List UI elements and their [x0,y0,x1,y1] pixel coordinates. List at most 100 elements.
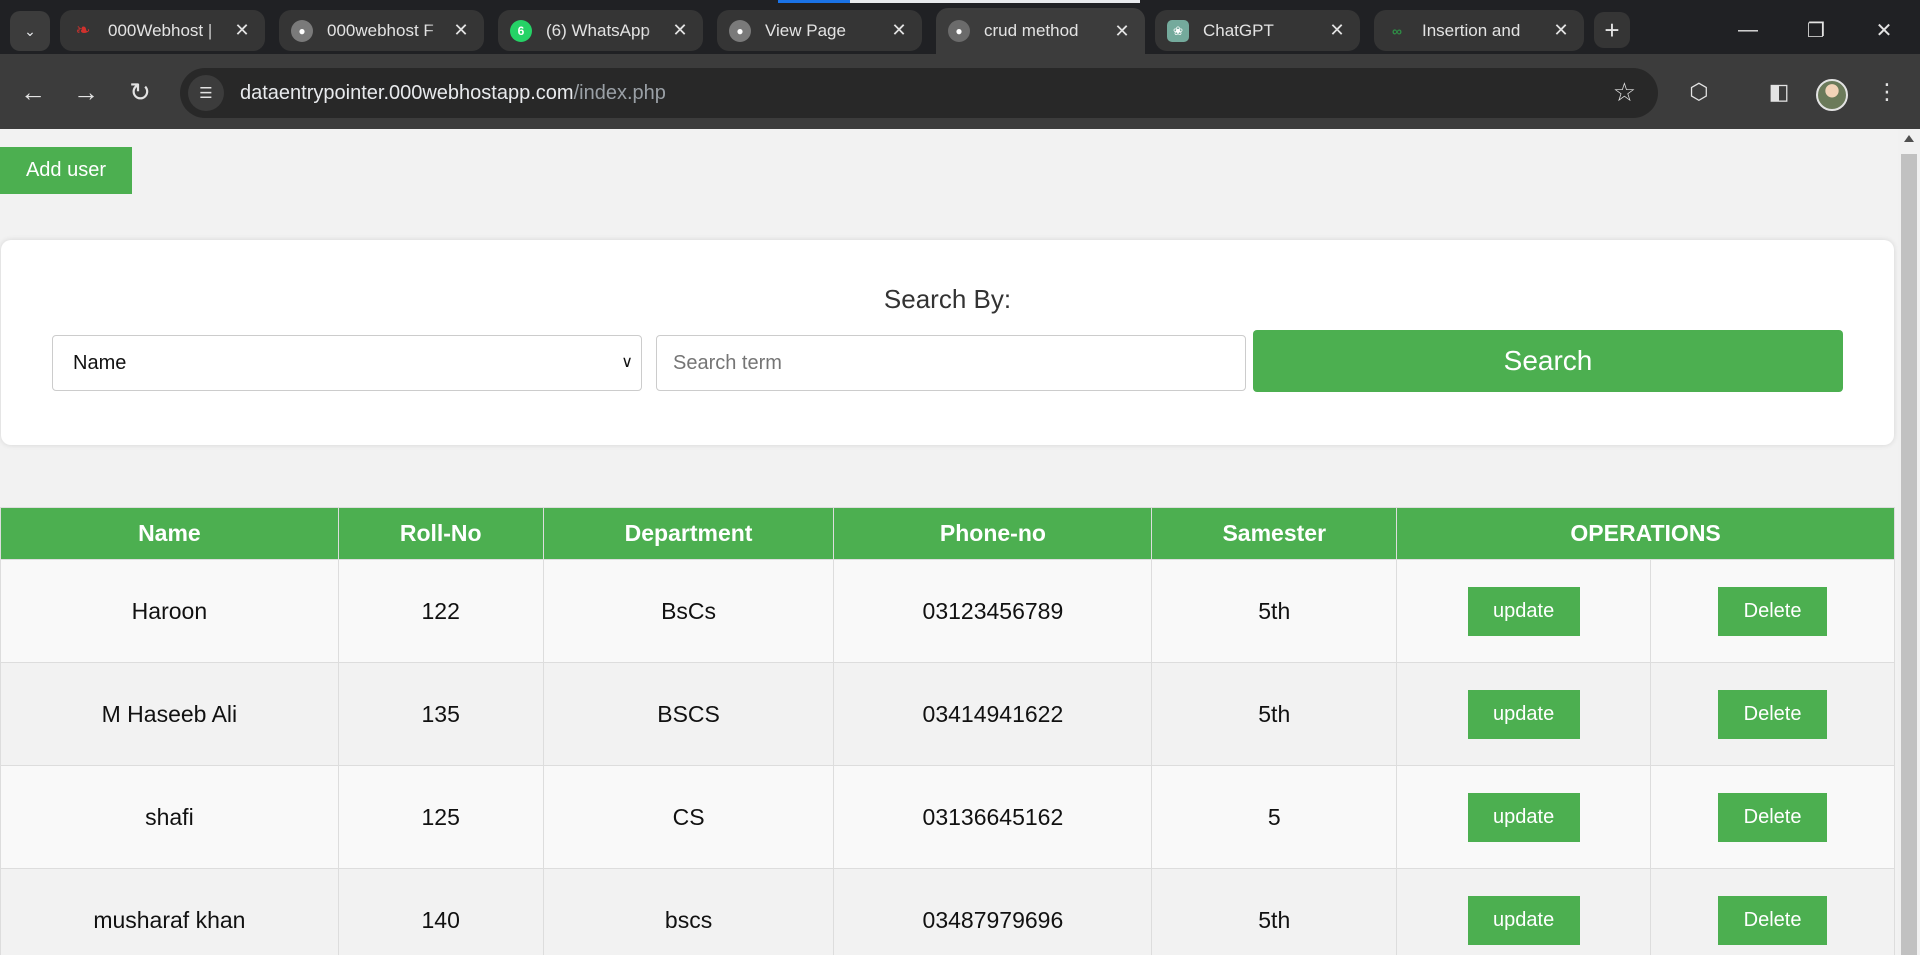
update-button[interactable]: update [1467,689,1580,739]
update-button[interactable]: update [1467,895,1580,945]
tab-title: View Page [765,20,846,40]
search-button[interactable]: Search [1253,330,1843,392]
delete-button[interactable]: Delete [1718,586,1828,636]
close-window-button[interactable]: ✕ [1862,12,1906,48]
tab-title: Insertion and [1422,20,1521,40]
close-icon[interactable]: ✕ [669,20,691,42]
tab-strip: ⌄ ❧ 000Webhost | ✕ ● 000webhost F ✕ 6 (6… [0,0,1920,54]
forward-button[interactable]: → [66,72,106,112]
close-icon[interactable]: ✕ [231,20,253,42]
cell-name: musharaf khan [0,868,339,955]
puzzle-icon: ⬡ [1689,79,1709,104]
tab-chatgpt[interactable]: ❀ ChatGPT ✕ [1155,10,1360,51]
delete-button[interactable]: Delete [1718,689,1828,739]
tab-000webhost-f[interactable]: ● 000webhost F ✕ [279,10,484,51]
close-icon[interactable]: ✕ [1326,20,1348,42]
cell-department: BsCs [542,559,835,663]
cell-roll-no: 122 [337,559,544,663]
url-host: dataentrypointer.000webhostapp.com [240,81,574,104]
cell-roll-no: 135 [337,662,544,766]
header-roll-no: Roll-No [337,507,544,560]
tab-title: 000Webhost | [108,20,213,40]
table-row: musharaf khan 140 bscs 03487979696 5th u… [0,868,1895,955]
cell-department: bscs [542,868,835,955]
reload-icon: ↻ [129,76,151,107]
cell-delete: Delete [1650,765,1895,869]
close-icon[interactable]: ✕ [1550,20,1572,42]
notification-badge: 6 [517,23,525,38]
header-department: Department [542,507,835,560]
update-button[interactable]: update [1467,792,1580,842]
side-panel-button[interactable]: ◧ [1759,72,1799,112]
add-user-button[interactable]: Add user [0,147,132,194]
cell-samester: 5th [1151,662,1398,766]
extensions-button[interactable]: ⬡ [1679,72,1719,112]
delete-button[interactable]: Delete [1718,792,1828,842]
search-field-select[interactable]: Name ∨ [52,335,642,391]
tab-search-button[interactable]: ⌄ [10,11,50,51]
table-row: M Haseeb Ali 135 BSCS 03414941622 5th up… [0,662,1895,766]
000webhost-logo-icon: ❧ [75,20,91,40]
plus-icon: + [1604,14,1620,45]
back-button[interactable]: ← [13,72,53,112]
tab-title: (6) WhatsApp [546,20,650,40]
loading-bar-track [850,0,1140,3]
cell-name: Haroon [0,559,339,663]
side-panel-icon: ◧ [1768,79,1790,104]
reload-button[interactable]: ↻ [120,72,160,112]
tab-000webhost[interactable]: ❧ 000Webhost | ✕ [60,10,265,51]
tab-crud-method[interactable]: ● crud method ✕ [936,8,1145,54]
cell-name: M Haseeb Ali [0,662,339,766]
table-row: Haroon 122 BsCs 03123456789 5th update D… [0,559,1895,663]
header-operations: OPERATIONS [1396,507,1895,560]
tune-icon: ☰ [199,85,213,102]
tab-insertion[interactable]: ∞ Insertion and ✕ [1374,10,1584,51]
table-row: shafi 125 CS 03136645162 5 update Delete [0,765,1895,869]
cell-samester: 5 [1151,765,1398,869]
page-scrollbar[interactable] [1898,129,1920,955]
new-tab-button[interactable]: + [1594,12,1630,48]
loading-bar [778,0,850,3]
close-icon[interactable]: ✕ [1111,20,1133,42]
cell-delete: Delete [1650,662,1895,766]
scroll-up-arrow-icon[interactable] [1904,135,1914,142]
close-icon[interactable]: ✕ [450,20,472,42]
cell-phone-no: 03414941622 [833,662,1153,766]
close-icon[interactable]: ✕ [888,20,910,42]
bookmark-star-icon[interactable]: ☆ [1613,77,1636,108]
cell-samester: 5th [1151,868,1398,955]
tab-title: crud method [984,21,1079,40]
browser-toolbar: ← → ↻ ☰ dataentrypointer.000webhostapp.c… [0,54,1920,129]
cell-phone-no: 03136645162 [833,765,1153,869]
update-button[interactable]: update [1467,586,1580,636]
search-panel: Search By: Name ∨ Search [1,240,1894,445]
tab-view-page[interactable]: ● View Page ✕ [717,10,922,51]
arrow-right-icon: → [73,76,99,107]
page-viewport: Add user Search By: Name ∨ Search Name R… [0,129,1920,955]
minimize-button[interactable]: — [1726,12,1770,48]
close-icon: ✕ [1875,19,1893,42]
cell-roll-no: 140 [337,868,544,955]
selected-option: Name [73,351,127,374]
site-settings-button[interactable]: ☰ [188,75,224,111]
whatsapp-icon: 6 [510,19,532,42]
delete-button[interactable]: Delete [1718,895,1828,945]
url-path: /index.php [573,81,666,104]
url-text[interactable]: dataentrypointer.000webhostapp.com/index… [240,82,666,105]
scrollbar-thumb[interactable] [1901,154,1917,955]
menu-button[interactable]: ⋮ [1867,72,1907,112]
minimize-icon: — [1738,18,1758,41]
tab-title: ChatGPT [1203,20,1274,40]
profile-avatar[interactable] [1816,79,1848,111]
globe-icon: ● [291,19,313,42]
address-bar[interactable]: ☰ dataentrypointer.000webhostapp.com/ind… [180,68,1658,118]
tab-title: 000webhost F [327,20,434,40]
search-input[interactable] [656,335,1246,391]
cell-update: update [1396,765,1652,869]
restore-button[interactable]: ❐ [1794,12,1838,48]
cell-department: BSCS [542,662,835,766]
header-phone-no: Phone-no [833,507,1153,560]
tab-whatsapp[interactable]: 6 (6) WhatsApp ✕ [498,10,703,51]
cell-phone-no: 03487979696 [833,868,1153,955]
cell-update: update [1396,662,1652,766]
